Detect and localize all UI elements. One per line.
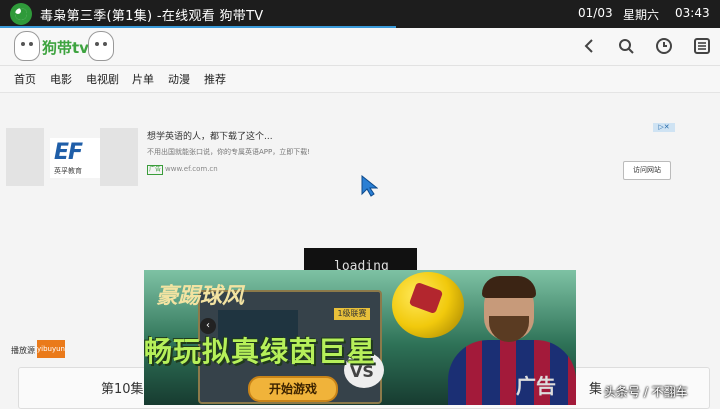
ad-choices-icon[interactable]: ▷✕ bbox=[653, 123, 675, 132]
site-logo[interactable]: 狗带tv bbox=[42, 37, 89, 58]
nav-item-movies[interactable]: 电影 bbox=[50, 71, 72, 87]
episode-item[interactable]: 集 bbox=[589, 378, 602, 397]
video-loading: loading bbox=[304, 248, 417, 274]
nav-item-tv[interactable]: 电视剧 bbox=[86, 71, 119, 87]
history-clock-icon[interactable] bbox=[655, 37, 673, 55]
ad-headline[interactable]: 想学英语的人，都下载了这个... bbox=[147, 129, 273, 142]
nav-item-recommended[interactable]: 推荐 bbox=[204, 71, 226, 87]
player-image bbox=[448, 340, 576, 405]
source-option-selected[interactable]: yibuyun bbox=[37, 340, 65, 358]
ad-url: www.ef.com.cn bbox=[165, 165, 218, 173]
visit-site-button[interactable]: 访问网站 bbox=[623, 161, 671, 180]
nav-item-playlists[interactable]: 片单 bbox=[132, 71, 154, 87]
game-ad-overlay[interactable]: 1级联赛 VS ‹ 豪踢球风 畅玩拟真绿茵巨星 开始游戏 广告 bbox=[144, 270, 576, 405]
nav-item-anime[interactable]: 动漫 bbox=[168, 71, 190, 87]
watermark: 头条号 / 不翻车 bbox=[604, 385, 688, 399]
game-calligraphy: 豪踢球风 bbox=[156, 284, 245, 309]
ad-description: 不用出国就能张口说，你的专属英语APP，立即下载! bbox=[147, 148, 311, 156]
game-level-pill: 1级联赛 bbox=[334, 308, 370, 320]
main-nav: 首页 电影 电视剧 片单 动漫 推荐 bbox=[0, 66, 720, 93]
game-headline: 畅玩拟真绿茵巨星 bbox=[144, 335, 377, 368]
ad-banner[interactable]: EF 英孚教育 想学英语的人，都下载了这个... 不用出国就能张口说，你的专属英… bbox=[6, 123, 678, 186]
mascot-right-icon[interactable] bbox=[88, 31, 114, 61]
back-icon[interactable] bbox=[580, 37, 598, 55]
ad-label: 广告 bbox=[516, 374, 556, 398]
mouse-cursor-icon bbox=[361, 175, 378, 197]
menu-icon[interactable] bbox=[693, 37, 711, 55]
search-icon[interactable] bbox=[617, 37, 635, 55]
status-time: 03:43 bbox=[675, 6, 710, 20]
ad-badge: 广告 bbox=[147, 165, 163, 175]
nav-item-home[interactable]: 首页 bbox=[14, 71, 36, 87]
start-game-button[interactable]: 开始游戏 bbox=[248, 376, 338, 402]
ef-logo: EF 英孚教育 bbox=[50, 138, 106, 178]
soccer-ball-icon bbox=[392, 272, 464, 338]
title-bar: 毒枭第三季(第1集) -在线观看 狗带TV 01/03 星期六 03:43 bbox=[0, 0, 720, 28]
ad-image-placeholder bbox=[6, 128, 44, 186]
window-title: 毒枭第三季(第1集) -在线观看 狗带TV bbox=[40, 9, 264, 24]
status-date: 01/03 bbox=[578, 6, 613, 20]
episode-item[interactable]: 第10集 bbox=[101, 378, 144, 397]
site-header: 狗带tv bbox=[0, 28, 720, 66]
status-weekday: 星期六 bbox=[623, 8, 660, 22]
mascot-left-icon[interactable] bbox=[14, 31, 40, 61]
source-label: 播放源 bbox=[11, 346, 35, 355]
app-logo-icon bbox=[10, 3, 32, 25]
ad-image-placeholder bbox=[100, 128, 138, 186]
